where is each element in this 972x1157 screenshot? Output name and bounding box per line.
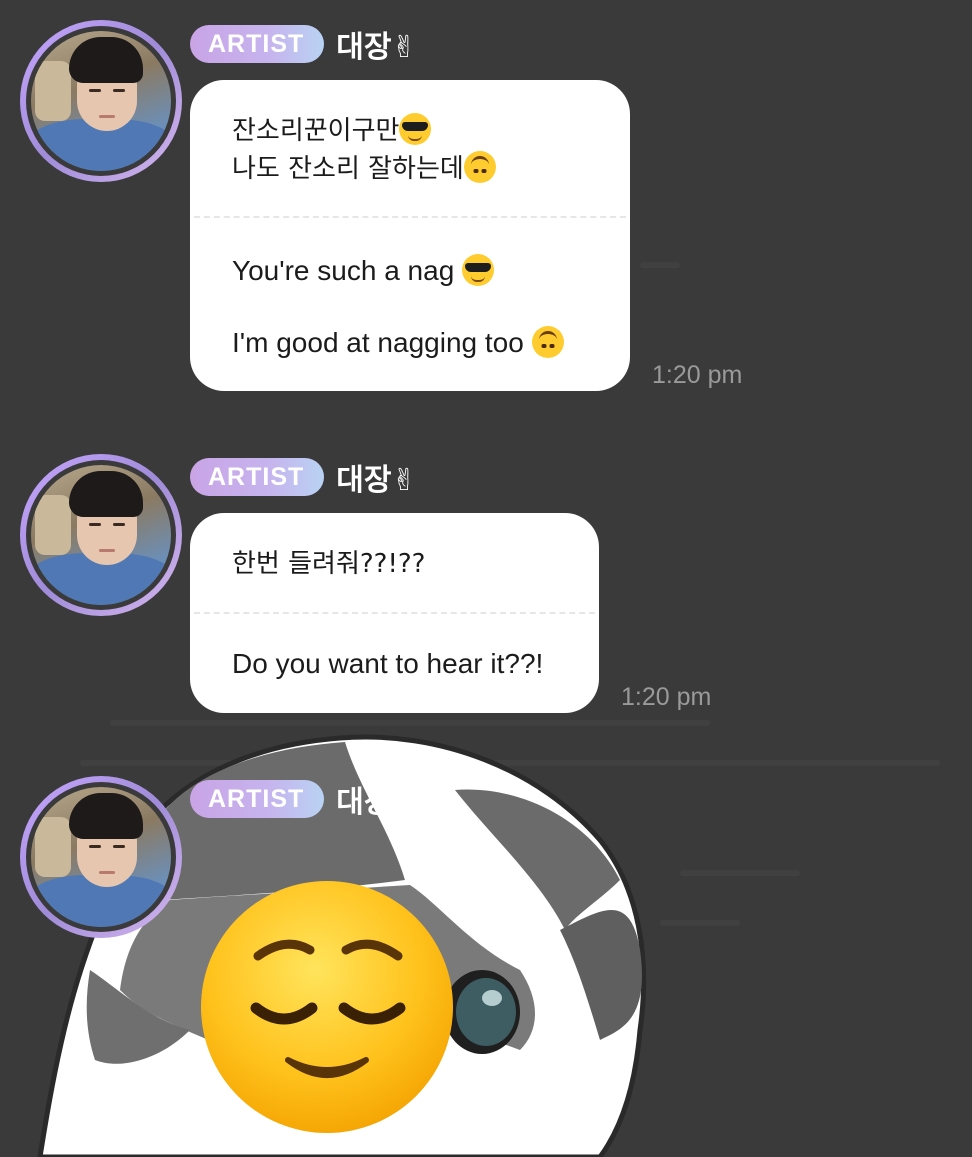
- korean-text: 한번 들려줘??!??: [232, 549, 426, 579]
- smiling-face-with-sunglasses-icon: [462, 254, 495, 286]
- english-translation: You're such a nag: [232, 254, 588, 326]
- victory-hand-icon: ✌: [391, 463, 417, 498]
- message-header: ARTIST 대장✌: [190, 455, 417, 499]
- sender-name[interactable]: 대장✌: [336, 777, 416, 821]
- smiling-face-with-sunglasses-icon: [399, 113, 432, 145]
- avatar-photo: [31, 465, 171, 605]
- artist-avatar[interactable]: [20, 20, 182, 182]
- korean-text: 나도 잔소리 잘하는데: [232, 150, 588, 188]
- sender-name[interactable]: 대장✌: [336, 455, 416, 499]
- avatar-photo: [31, 31, 171, 171]
- victory-hand-icon: ✌: [391, 30, 417, 65]
- english-translation: I'm good at nagging too: [232, 326, 588, 359]
- artist-badge: ARTIST: [190, 25, 325, 63]
- artist-avatar[interactable]: [20, 454, 182, 616]
- message-header: ARTIST 대장✌: [190, 22, 417, 66]
- message-bubble[interactable]: 잔소리꾼이구만 나도 잔소리 잘하는데 You're such a nag I'…: [190, 80, 630, 391]
- victory-hand-icon: ✌: [391, 785, 417, 820]
- artist-badge: ARTIST: [190, 780, 325, 818]
- upside-down-face-icon: [463, 151, 496, 183]
- sender-name[interactable]: 대장✌: [336, 22, 416, 66]
- message-header: ARTIST 대장✌: [190, 777, 417, 821]
- message-timestamp: 1:20 pm: [621, 683, 712, 711]
- message-bubble[interactable]: 한번 들려줘??!?? Do you want to hear it??!: [190, 513, 599, 713]
- english-translation: Do you want to hear it??!: [232, 648, 544, 679]
- upside-down-face-icon: [531, 326, 564, 358]
- avatar-photo: [31, 787, 171, 927]
- relieved-face-icon: [201, 881, 453, 1133]
- message-timestamp: 1:20 pm: [652, 361, 743, 389]
- korean-text: 잔소리꾼이구만: [232, 112, 588, 150]
- artist-badge: ARTIST: [190, 458, 325, 496]
- artist-avatar[interactable]: [20, 776, 182, 938]
